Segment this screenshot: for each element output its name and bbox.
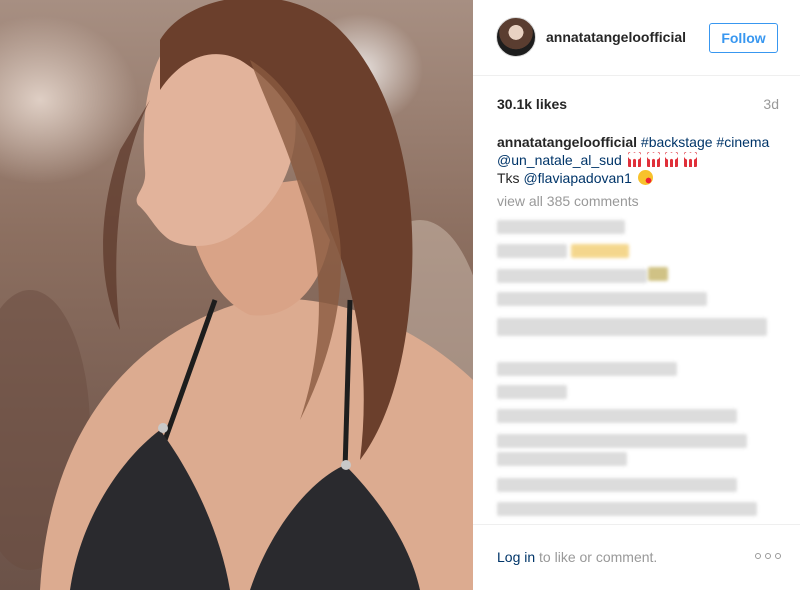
popcorn-icon bbox=[646, 152, 660, 167]
post-header: annatatangeloofficial Follow bbox=[473, 0, 800, 76]
list-item bbox=[497, 269, 647, 283]
post-age[interactable]: 3d bbox=[763, 96, 779, 112]
post-photo[interactable] bbox=[0, 0, 473, 590]
username-link[interactable]: annatatangeloofficial bbox=[546, 29, 686, 45]
view-all-comments-link[interactable]: view all 385 comments bbox=[497, 193, 639, 209]
mention-un-natale-al-sud[interactable]: @un_natale_al_sud bbox=[497, 152, 622, 168]
post-footer: Log in to like or comment. bbox=[473, 524, 800, 590]
kiss-face-icon bbox=[637, 170, 653, 185]
login-prompt: Log in to like or comment. bbox=[497, 549, 657, 565]
hashtag-backstage[interactable]: #backstage bbox=[641, 134, 713, 150]
list-item bbox=[497, 362, 677, 376]
caption-thanks: Tks bbox=[497, 170, 520, 186]
list-item bbox=[497, 318, 767, 336]
comments-list bbox=[493, 212, 793, 524]
list-item bbox=[497, 434, 747, 448]
popcorn-icon bbox=[665, 152, 679, 167]
post-caption: annatatangeloofficial #backstage #cinema… bbox=[497, 133, 783, 187]
photo-illustration bbox=[0, 0, 473, 590]
login-suffix: to like or comment. bbox=[535, 549, 658, 565]
list-item bbox=[497, 478, 737, 492]
list-item bbox=[497, 220, 625, 234]
list-item bbox=[497, 292, 707, 306]
popcorn-icon bbox=[684, 152, 698, 167]
list-item bbox=[648, 267, 668, 281]
list-item bbox=[497, 409, 737, 423]
login-link[interactable]: Log in bbox=[497, 549, 535, 565]
mention-flaviapadovan1[interactable]: @flaviapadovan1 bbox=[523, 170, 631, 186]
list-item bbox=[497, 452, 627, 466]
post-sidebar: annatatangeloofficial Follow 30.1k likes… bbox=[473, 0, 800, 590]
list-item bbox=[571, 244, 629, 258]
post-stats: 30.1k likes 3d bbox=[497, 96, 779, 114]
more-options-icon[interactable] bbox=[755, 547, 781, 563]
caption-username[interactable]: annatatangeloofficial bbox=[497, 134, 637, 150]
likes-count[interactable]: 30.1k likes bbox=[497, 96, 567, 112]
popcorn-icon bbox=[627, 152, 641, 167]
follow-button[interactable]: Follow bbox=[709, 23, 778, 53]
list-item bbox=[497, 385, 567, 399]
avatar[interactable] bbox=[496, 17, 536, 57]
list-item bbox=[497, 502, 757, 516]
list-item bbox=[497, 244, 567, 258]
hashtag-cinema[interactable]: #cinema bbox=[716, 134, 769, 150]
